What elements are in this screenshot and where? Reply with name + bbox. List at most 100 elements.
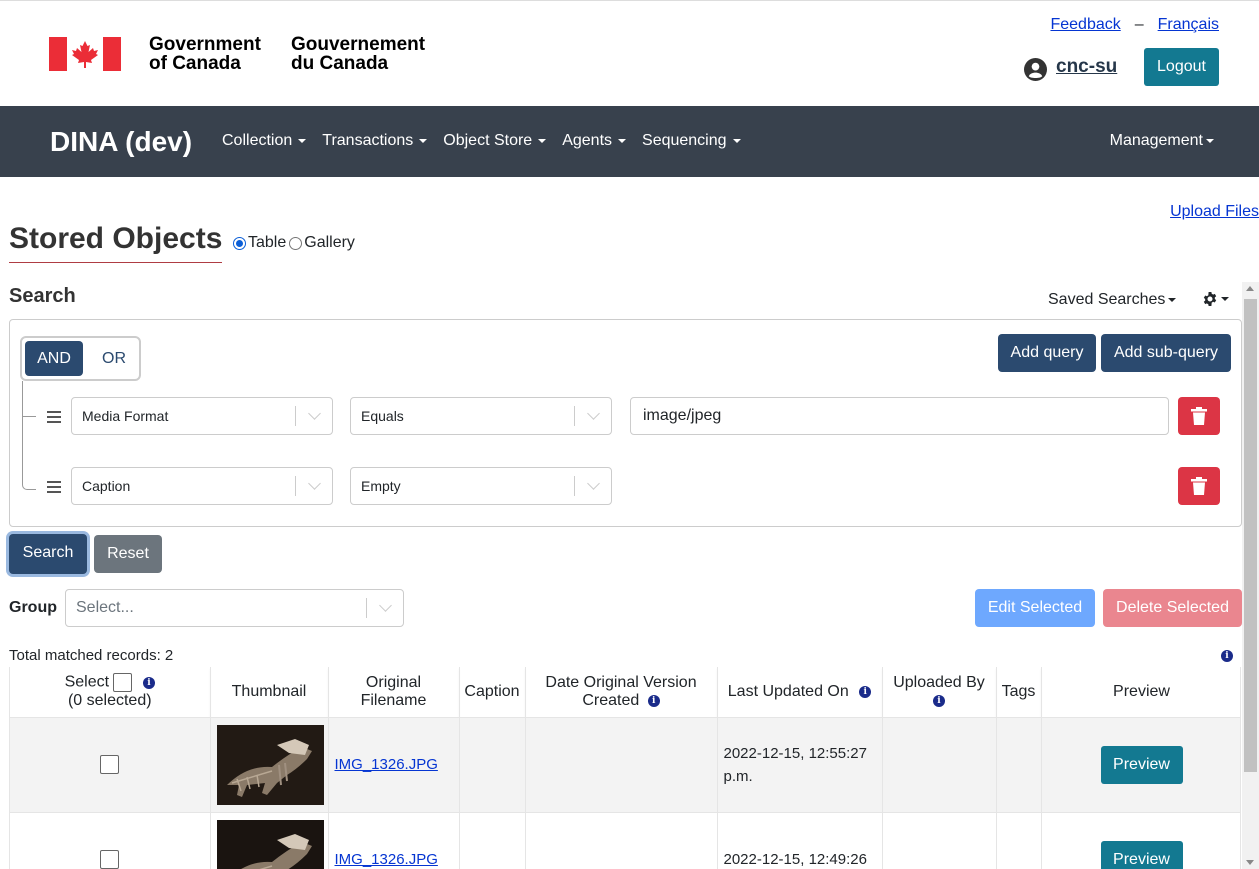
col-preview: Preview (1041, 667, 1240, 718)
row-select-cell (10, 717, 211, 813)
chevron-down-icon (587, 407, 600, 420)
edit-selected-button[interactable]: Edit Selected (975, 589, 1095, 627)
nav-transactions-label: Transactions (322, 132, 414, 149)
col-uploaded-by[interactable]: Uploaded By i (882, 667, 997, 718)
col-tags[interactable]: Tags (996, 667, 1042, 718)
search-settings-dropdown[interactable] (1202, 291, 1229, 307)
delete-query-button[interactable] (1178, 467, 1220, 505)
francais-link[interactable]: Français (1158, 16, 1219, 34)
select-separator (574, 476, 575, 496)
table-view-label[interactable]: Table (248, 234, 286, 252)
add-sub-query-button[interactable]: Add sub-query (1101, 334, 1231, 372)
scrollbar-thumb[interactable] (1244, 299, 1257, 772)
nav-management[interactable]: Management (1110, 132, 1214, 150)
select-separator (295, 406, 296, 426)
results-table: Select i (0 selected) Thumbnail Original… (9, 667, 1241, 869)
filename-link[interactable]: IMG_1326.JPG (335, 851, 438, 868)
nav-object-store[interactable]: Object Store (443, 132, 547, 150)
nav-transactions[interactable]: Transactions (322, 132, 428, 150)
scroll-down-arrow-icon[interactable] (1246, 860, 1254, 865)
preview-cell: Preview (1041, 812, 1240, 869)
select-separator (574, 406, 575, 426)
last-updated-cell: 2022-12-15, 12:55:27 p.m. (717, 717, 883, 813)
thumbnail-cell (210, 717, 329, 813)
upload-files-link[interactable]: Upload Files (1170, 203, 1259, 221)
gov-wordmark-en: Government of Canada (149, 35, 279, 73)
uploaded-by-cell (882, 812, 997, 869)
col-original-filename[interactable]: Original Filename (328, 667, 460, 718)
field-select[interactable]: Caption (71, 467, 333, 505)
nav-menu: Collection Transactions Object Store Age… (222, 132, 741, 150)
field-select[interactable]: Media Format (71, 397, 333, 435)
dinosaur-skeleton-thumbnail[interactable] (216, 724, 324, 805)
username-link[interactable]: cnc-su (1056, 56, 1117, 78)
col-date-created-line1: Date Original Version (545, 673, 697, 691)
scroll-up-arrow-icon[interactable] (1246, 286, 1254, 291)
gallery-view-label[interactable]: Gallery (304, 234, 355, 252)
chevron-down-icon (308, 477, 321, 490)
add-query-button[interactable]: Add query (998, 334, 1096, 372)
row-checkbox[interactable] (100, 850, 120, 869)
info-icon[interactable]: i (933, 694, 945, 707)
delete-query-button[interactable] (1178, 397, 1220, 435)
preview-cell: Preview (1041, 717, 1240, 813)
caption-cell (459, 812, 526, 869)
nav-agents[interactable]: Agents (562, 132, 627, 150)
info-icon[interactable]: i (859, 685, 872, 698)
gov-fr-line2: du Canada (291, 53, 389, 74)
col-last-updated[interactable]: Last Updated On i (717, 667, 883, 718)
drag-handle-icon[interactable] (47, 411, 61, 423)
nav-sequencing-label: Sequencing (642, 132, 727, 149)
table-view-radio[interactable] (233, 236, 246, 250)
app-brand[interactable]: DINA (dev) (50, 126, 192, 158)
nav-agents-label: Agents (562, 132, 613, 149)
col-select: Select i (0 selected) (10, 667, 211, 718)
saved-searches-dropdown[interactable]: Saved Searches (1048, 291, 1177, 309)
drag-handle-icon[interactable] (47, 481, 61, 493)
col-caption[interactable]: Caption (459, 667, 526, 718)
preview-button[interactable]: Preview (1100, 745, 1183, 784)
page-title: Stored Objects (9, 222, 223, 263)
info-icon[interactable]: i (647, 694, 660, 707)
or-button[interactable]: OR (90, 341, 138, 376)
delete-selected-button[interactable]: Delete Selected (1103, 589, 1242, 627)
feedback-link[interactable]: Feedback (1050, 16, 1120, 34)
gallery-view-radio[interactable] (289, 236, 303, 250)
dinosaur-skeleton-thumbnail[interactable] (216, 819, 324, 869)
select-all-checkbox[interactable] (113, 673, 133, 693)
nav-sequencing[interactable]: Sequencing (642, 132, 741, 150)
info-icon[interactable]: i (1221, 650, 1233, 662)
link-separator: – (1134, 16, 1144, 33)
gov-header: Government of Canada Gouvernement du Can… (0, 0, 1259, 106)
and-button[interactable]: AND (25, 341, 83, 376)
query-value-input[interactable]: image/jpeg (630, 397, 1169, 435)
col-original-filename-line2: Filename (360, 691, 427, 709)
col-thumbnail[interactable]: Thumbnail (210, 667, 329, 718)
operator-select[interactable]: Equals (350, 397, 612, 435)
nav-collection[interactable]: Collection (222, 132, 307, 150)
canada-flag-icon (49, 37, 121, 71)
tags-cell (996, 812, 1042, 869)
row-checkbox[interactable] (100, 755, 120, 774)
caret-down-icon (732, 139, 741, 143)
reset-button[interactable]: Reset (94, 535, 162, 573)
gov-wordmark-fr: Gouvernement du Canada (291, 35, 441, 73)
date-created-cell (525, 812, 718, 869)
filename-link[interactable]: IMG_1326.JPG (335, 756, 438, 773)
selected-count: (0 selected) (67, 692, 152, 710)
nav-object-store-label: Object Store (443, 132, 533, 149)
info-icon[interactable]: i (142, 676, 155, 689)
logout-button[interactable]: Logout (1144, 48, 1219, 86)
query-tree-connector-tick (22, 416, 36, 417)
header-links: Feedback – Français (1050, 16, 1219, 34)
group-select[interactable]: Select... (65, 589, 404, 627)
col-date-created[interactable]: Date Original Version Created i (525, 667, 718, 718)
tags-cell (996, 717, 1042, 813)
caption-cell (459, 717, 526, 813)
gov-en-line1: Government (149, 34, 261, 55)
page-scrollbar[interactable] (1242, 282, 1259, 869)
col-date-created-line2: Created (582, 691, 640, 709)
operator-select[interactable]: Empty (350, 467, 612, 505)
search-button[interactable]: Search (9, 534, 87, 574)
preview-button[interactable]: Preview (1100, 840, 1183, 869)
